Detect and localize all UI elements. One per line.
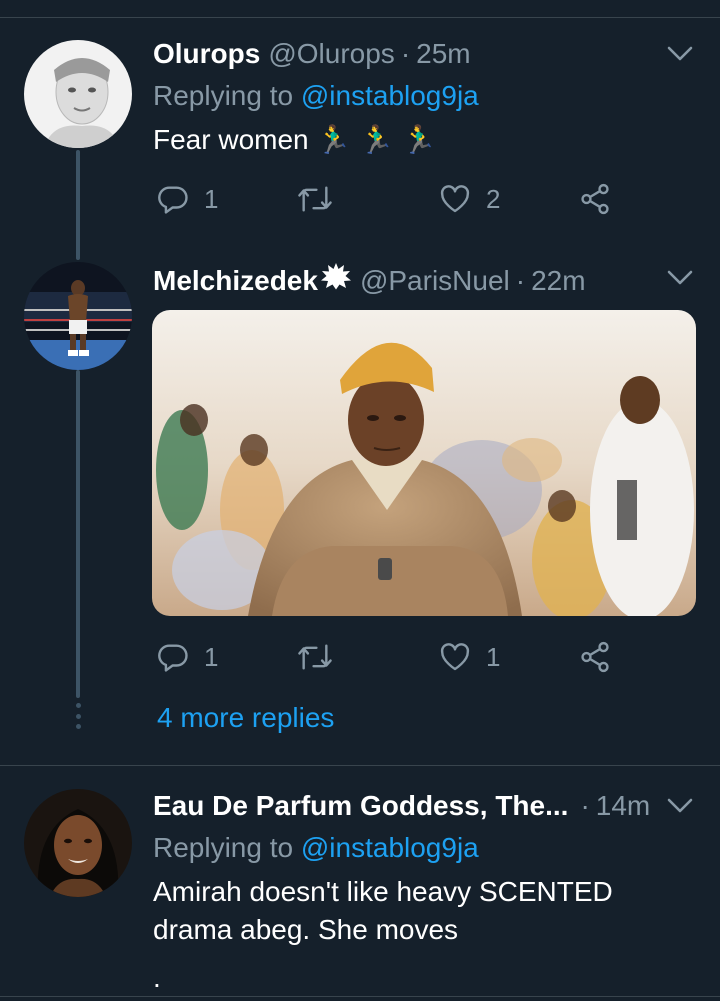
like-button[interactable]: 1 (438, 635, 500, 679)
avatar[interactable] (24, 262, 132, 370)
tweet-text: Fear women 🏃‍♂️ 🏃‍♂️ 🏃‍♂️ (153, 124, 437, 155)
retweet-icon (298, 186, 332, 212)
avatar[interactable] (24, 789, 132, 897)
tweet-text-line: drama abeg. She moves (153, 914, 459, 945)
timestamp[interactable]: 14m (596, 790, 650, 822)
like-count: 1 (486, 641, 501, 672)
like-button[interactable]: 2 (438, 177, 500, 221)
chevron-down-icon[interactable] (664, 266, 696, 290)
share-button[interactable] (578, 635, 612, 679)
verified-badge-icon (320, 263, 351, 290)
author-handle[interactable]: @Olurops (268, 38, 394, 70)
tweet-text: Amirah doesn't like heavy SCENTED drama … (153, 873, 613, 949)
reply-icon (158, 644, 188, 672)
tweet-divider (0, 765, 720, 766)
reply-button[interactable]: 1 (156, 635, 218, 679)
share-button[interactable] (578, 177, 612, 221)
replying-to-label: Replying to (153, 832, 294, 863)
retweet-button[interactable] (296, 177, 334, 221)
like-count: 2 (486, 183, 501, 214)
replying-to-label: Replying to (153, 80, 294, 111)
share-icon (581, 641, 609, 673)
timestamp[interactable]: 25m (416, 38, 470, 70)
tweet-divider (0, 996, 720, 997)
chevron-down-icon[interactable] (664, 794, 696, 818)
thread-connector-line (76, 370, 80, 698)
more-replies-link[interactable]: 4 more replies (157, 702, 334, 734)
like-icon (440, 185, 470, 213)
reply-count: 1 (204, 183, 219, 214)
author-name[interactable]: Olurops (153, 38, 260, 70)
tweet-header: Eau De Parfum Goddess, The... · 14m (153, 790, 650, 826)
tweet-actions: 1 1 (156, 635, 626, 679)
separator: · (580, 790, 590, 821)
author-name[interactable]: Melchizedek (153, 265, 318, 297)
mention-link[interactable]: @instablog9ja (301, 80, 479, 111)
tweet-text-line: . (153, 962, 161, 993)
share-icon (581, 183, 609, 215)
tweet-text-line: Amirah doesn't like heavy SCENTED (153, 876, 613, 907)
tweet-image[interactable] (152, 310, 696, 616)
replying-to: Replying to @instablog9ja (153, 832, 479, 864)
separator: · (400, 38, 411, 69)
reply-button[interactable]: 1 (156, 177, 218, 221)
tweet-header: Melchizedek @ParisNuel · 22m (153, 262, 586, 298)
chevron-down-icon[interactable] (664, 42, 696, 66)
like-icon (440, 643, 470, 671)
author-handle[interactable]: @ParisNuel (360, 265, 510, 297)
mention-link[interactable]: @instablog9ja (301, 832, 479, 863)
top-divider (0, 17, 720, 18)
separator: · (515, 265, 526, 296)
tweet-actions: 1 2 (156, 177, 626, 221)
replying-to: Replying to @instablog9ja (153, 80, 479, 112)
reply-icon (158, 186, 188, 214)
retweet-button[interactable] (296, 635, 334, 679)
tweet-header: Olurops @Olurops · 25m (153, 38, 471, 74)
thread-dots (75, 703, 81, 729)
timestamp[interactable]: 22m (531, 265, 585, 297)
retweet-icon (298, 644, 332, 670)
thread-connector-line (76, 150, 80, 260)
avatar[interactable] (24, 40, 132, 148)
author-name[interactable]: Eau De Parfum Goddess, The... (153, 790, 568, 822)
reply-count: 1 (204, 641, 219, 672)
